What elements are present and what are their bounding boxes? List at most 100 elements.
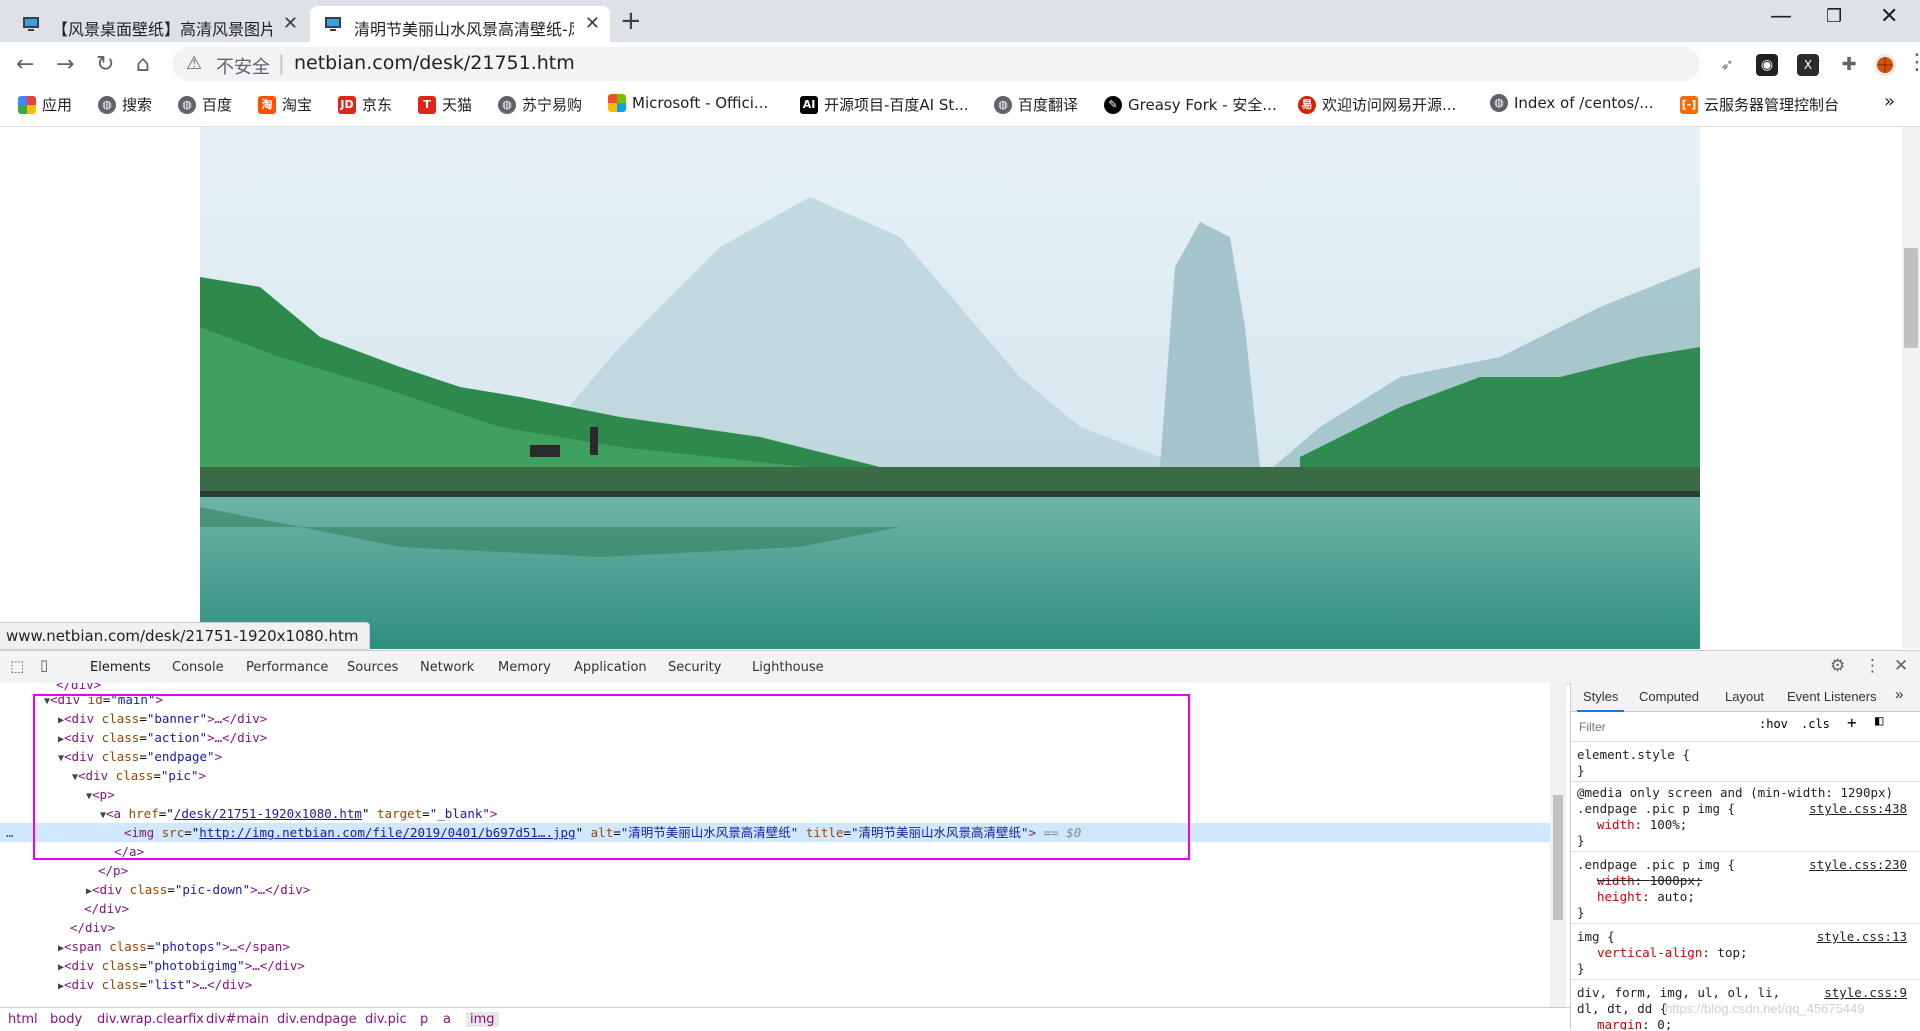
tab-close-icon[interactable]: ✕ xyxy=(585,13,600,34)
breadcrumb-item-selected[interactable]: img xyxy=(466,1012,499,1027)
subtab-layout[interactable]: Layout xyxy=(1725,689,1764,704)
bookmark-item[interactable]: ◍ 搜索 xyxy=(98,94,152,115)
rule-selector[interactable]: div, form, img, ul, ol, li, xyxy=(1577,985,1780,1001)
breadcrumb-item[interactable]: div.pic xyxy=(365,1012,407,1027)
extension-excel-icon[interactable]: X xyxy=(1797,54,1819,76)
tab-close-icon[interactable]: ✕ xyxy=(283,13,298,34)
breadcrumb-item[interactable]: a xyxy=(443,1012,451,1027)
settings-gear-icon[interactable]: ⚙ xyxy=(1830,656,1845,676)
rule-source-link[interactable]: style.css:9 xyxy=(1824,985,1907,1000)
add-rule-icon[interactable]: + xyxy=(1847,713,1857,732)
extension-bird-icon[interactable]: ➶ xyxy=(1716,54,1738,76)
css-declaration[interactable]: vertical-align: top; xyxy=(1597,945,1748,961)
css-declaration[interactable]: width: 100%; xyxy=(1597,817,1687,833)
rule-source-link[interactable]: style.css:230 xyxy=(1809,857,1907,872)
bookmarks-overflow-button[interactable]: » xyxy=(1884,91,1895,112)
bookmark-item[interactable]: ◍ 苏宁易购 xyxy=(498,94,582,115)
subtab-overflow-icon[interactable]: » xyxy=(1895,686,1903,703)
devtools-tab-lighthouse[interactable]: Lighthouse xyxy=(752,660,824,675)
css-declaration-overridden[interactable]: width: 1000px; xyxy=(1597,873,1702,889)
breadcrumb-item[interactable]: div.wrap.clearfix xyxy=(97,1012,204,1027)
home-icon[interactable]: ⌂ xyxy=(136,52,150,77)
avatar[interactable] xyxy=(1874,54,1896,76)
rule-selector[interactable]: dl, dt, dd { xyxy=(1577,1001,1667,1017)
wallpaper-image[interactable] xyxy=(200,127,1700,649)
subtab-styles[interactable]: Styles xyxy=(1576,689,1625,712)
new-tab-button[interactable]: + xyxy=(620,6,642,36)
insecure-label[interactable]: 不安全 xyxy=(216,53,270,79)
rule-selector[interactable]: .endpage .pic p img { xyxy=(1577,857,1735,873)
breadcrumb-item[interactable]: div#main xyxy=(206,1012,269,1027)
forward-arrow-icon[interactable]: → xyxy=(56,52,74,77)
breadcrumb-item[interactable]: body xyxy=(50,1012,82,1027)
back-arrow-icon[interactable]: ← xyxy=(16,52,34,77)
page-scrollbar-thumb[interactable] xyxy=(1904,248,1918,348)
bookmark-item[interactable]: 淘淘宝 xyxy=(258,94,312,115)
dom-node-div-close[interactable]: </div> xyxy=(0,899,1550,918)
restore-icon[interactable]: ❐ xyxy=(1826,6,1842,27)
bookmark-item[interactable]: ◍ 百度翻译 xyxy=(994,94,1078,115)
dom-node-div-close[interactable]: </div> xyxy=(0,918,1550,937)
browser-menu-icon[interactable]: ⋮ xyxy=(1906,50,1920,75)
rule-close-brace: } xyxy=(1577,833,1585,848)
devtools-close-icon[interactable]: ✕ xyxy=(1894,656,1908,676)
hov-toggle[interactable]: :hov xyxy=(1759,717,1788,731)
bookmark-item[interactable]: ◍ Index of /centos/... xyxy=(1490,94,1654,112)
dom-node-photops[interactable]: ▶<span class="photops">…</span> xyxy=(0,937,1550,956)
node-actions-ellipsis-icon[interactable]: … xyxy=(6,823,14,842)
extension-gamepad-icon[interactable]: ◉ xyxy=(1756,54,1778,76)
css-declaration[interactable]: height: auto; xyxy=(1597,889,1695,905)
elements-scrollbar-thumb[interactable] xyxy=(1553,795,1563,920)
rule-source-link[interactable]: style.css:438 xyxy=(1809,801,1907,816)
breadcrumb-item[interactable]: div.endpage xyxy=(277,1012,357,1027)
css-declaration[interactable]: margin: 0; xyxy=(1597,1017,1672,1030)
bookmark-item[interactable]: ✎ Greasy Fork - 安全... xyxy=(1104,94,1277,115)
devtools-tab-network[interactable]: Network xyxy=(420,660,474,675)
devtools-tab-security[interactable]: Security xyxy=(668,660,721,675)
device-toolbar-icon[interactable]: ▯ xyxy=(40,656,48,674)
dom-node-p-close[interactable]: </p> xyxy=(0,861,1550,880)
breadcrumb-item[interactable]: p xyxy=(420,1012,428,1027)
watermark: https://blog.csdn.net/qq_45675449 xyxy=(1665,1001,1865,1016)
window-close-icon[interactable]: ✕ xyxy=(1880,4,1898,29)
dom-node-photobigimg[interactable]: ▶<div class="photobigimg">…</div> xyxy=(0,956,1550,975)
dom-node-pic-down[interactable]: ▶<div class="pic-down">…</div> xyxy=(0,880,1550,899)
subtab-computed[interactable]: Computed xyxy=(1639,689,1699,704)
toggle-sidebar-icon[interactable]: ◧ xyxy=(1875,713,1883,729)
breadcrumb-item[interactable]: html xyxy=(8,1012,38,1027)
devtools-tab-memory[interactable]: Memory xyxy=(498,660,551,675)
devtools-tab-console[interactable]: Console xyxy=(172,660,224,675)
devtools-tab-sources[interactable]: Sources xyxy=(347,660,398,675)
devtools-tab-elements[interactable]: Elements xyxy=(82,660,159,685)
devtools-menu-icon[interactable]: ⋮ xyxy=(1864,656,1881,676)
bookmark-item[interactable]: ◍ 百度 xyxy=(178,94,232,115)
extensions-puzzle-icon[interactable]: ✚ xyxy=(1838,54,1860,76)
bookmark-item[interactable]: JD 京东 xyxy=(338,94,392,115)
cls-toggle[interactable]: .cls xyxy=(1801,717,1830,731)
bookmark-item[interactable]: Microsoft - Offici... xyxy=(608,94,768,112)
media-query: @media only screen and (min-width: 1290p… xyxy=(1577,785,1894,800)
tab-active[interactable]: 清明节美丽山水风景高清壁纸-风 ✕ xyxy=(310,6,610,42)
bookmark-item[interactable]: [-] 云服务器管理控制台 xyxy=(1680,94,1839,115)
bookmark-item[interactable]: AI 开源项目-百度AI St... xyxy=(800,94,969,115)
page-scrollbar[interactable] xyxy=(1902,127,1920,649)
styles-filter-input[interactable] xyxy=(1577,717,1751,737)
devtools-tab-performance[interactable]: Performance xyxy=(246,660,328,675)
devtools-tab-application[interactable]: Application xyxy=(574,660,647,675)
rule-selector[interactable]: img { xyxy=(1577,929,1615,945)
tab-inactive[interactable]: 【风景桌面壁纸】高清风景图片- ✕ xyxy=(8,6,308,42)
reload-icon[interactable]: ↻ xyxy=(96,52,114,77)
element-style-selector[interactable]: element.style { xyxy=(1577,747,1690,763)
bookmark-item[interactable]: 易欢迎访问网易开源... xyxy=(1298,94,1456,115)
bookmark-item[interactable]: 应用 xyxy=(18,94,72,115)
dom-node-list[interactable]: ▶<div class="list">…</div> xyxy=(0,975,1550,994)
bookmark-item[interactable]: T 天猫 xyxy=(418,94,472,115)
subtab-event-listeners[interactable]: Event Listeners xyxy=(1787,689,1877,704)
url-text[interactable]: netbian.com/desk/21751.htm xyxy=(294,52,575,74)
rule-source-link[interactable]: style.css:13 xyxy=(1817,929,1907,944)
warning-icon[interactable]: ⚠ xyxy=(186,53,202,74)
address-bar[interactable]: ⚠ 不安全 | netbian.com/desk/21751.htm ☆ xyxy=(172,47,1822,81)
rule-selector[interactable]: .endpage .pic p img { xyxy=(1577,801,1735,817)
inspect-element-icon[interactable]: ⬚ xyxy=(10,657,24,675)
minimize-icon[interactable]: — xyxy=(1770,4,1792,29)
